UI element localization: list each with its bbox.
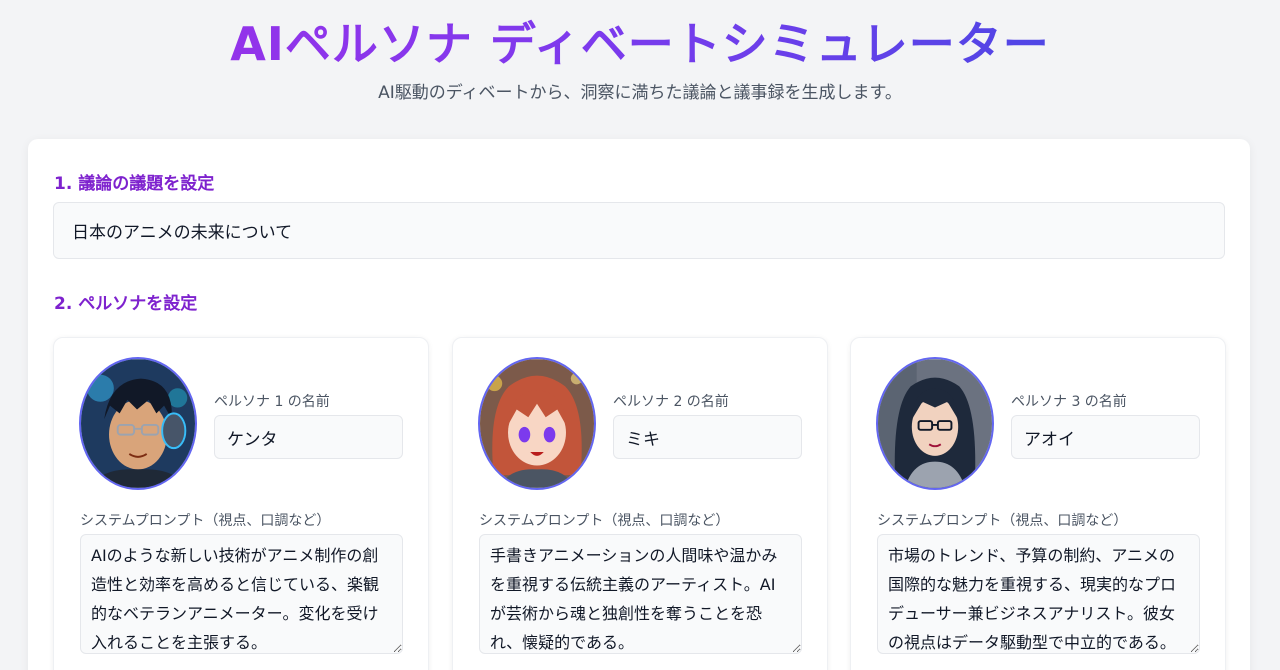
persona-3-name-input[interactable] — [1011, 415, 1200, 459]
persona-2-avatar — [478, 357, 596, 490]
header: AIペルソナ ディベートシミュレーター AI駆動のディベートから、洞察に満ちた議… — [0, 0, 1280, 103]
persona-1-prompt-label: システムプロンプト（視点、口調など） — [80, 513, 331, 529]
persona-1-avatar — [79, 357, 197, 490]
persona-2-name-input[interactable] — [613, 415, 802, 459]
persona-1-avatar-image — [81, 359, 195, 488]
settings-panel: 1. 議論の議題を設定 2. ペルソナを設定 ペルソナ 1 の名前 システムプロ… — [28, 139, 1250, 670]
topic-section-label: 1. 議論の議題を設定 — [54, 174, 215, 194]
persona-1-prompt-textarea[interactable]: AIのような新しい技術がアニメ制作の創造性と効率を高めると信じている、楽観的なベ… — [80, 534, 403, 654]
persona-3-prompt-textarea[interactable]: 市場のトレンド、予算の制約、アニメの国際的な魅力を重視する、現実的なプロデューサ… — [877, 534, 1200, 654]
app-subtitle: AI駆動のディベートから、洞察に満ちた議論と議事録を生成します。 — [378, 83, 902, 103]
persona-card-1: ペルソナ 1 の名前 システムプロンプト（視点、口調など） AIのような新しい技… — [53, 337, 429, 670]
persona-3-name-label: ペルソナ 3 の名前 — [1011, 394, 1127, 410]
persona-1-name-label: ペルソナ 1 の名前 — [214, 394, 330, 410]
persona-1-name-input[interactable] — [214, 415, 403, 459]
app-title: AIペルソナ ディベートシミュレーター — [230, 14, 1050, 74]
persona-card-3: ペルソナ 3 の名前 システムプロンプト（視点、口調など） 市場のトレンド、予算… — [850, 337, 1226, 670]
persona-3-avatar-image — [878, 359, 992, 488]
persona-2-name-label: ペルソナ 2 の名前 — [613, 394, 729, 410]
persona-2-prompt-textarea[interactable]: 手書きアニメーションの人間味や温かみを重視する伝統主義のアーティスト。AIが芸術… — [479, 534, 802, 654]
persona-2-avatar-image — [480, 359, 594, 488]
topic-input[interactable] — [53, 202, 1225, 259]
persona-section-label: 2. ペルソナを設定 — [54, 294, 198, 314]
persona-card-2: ペルソナ 2 の名前 システムプロンプト（視点、口調など） 手書きアニメーション… — [452, 337, 828, 670]
persona-3-prompt-label: システムプロンプト（視点、口調など） — [877, 513, 1128, 529]
persona-2-prompt-label: システムプロンプト（視点、口調など） — [479, 513, 730, 529]
persona-3-avatar — [876, 357, 994, 490]
